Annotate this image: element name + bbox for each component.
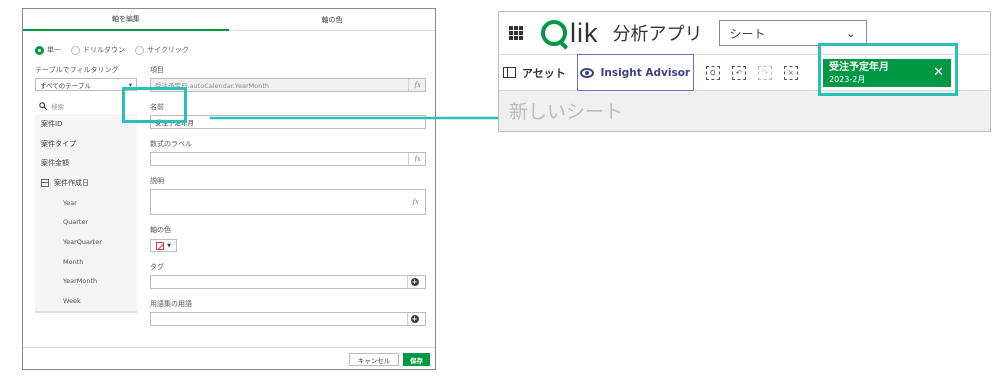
save-button[interactable]: 保存 (403, 353, 430, 366)
radio-dot-icon (35, 45, 44, 55)
qlik-app-header: lik 分析アプリ シート ⌄ アセット Insight Advisor Q ↶… (498, 11, 991, 132)
toolbar: アセット Insight Advisor Q ↶ ↷ × 受注予定年月 2023… (499, 54, 990, 91)
tags-field[interactable]: + (150, 275, 426, 289)
color-picker-button[interactable]: ▼ (150, 239, 177, 252)
tab-edit-dimension[interactable]: 軸を編集 (23, 9, 229, 31)
description-field[interactable]: fx (150, 189, 426, 215)
step-forward-icon[interactable]: ↷ (757, 65, 772, 80)
field-list-item-label: YearQuarter (63, 237, 102, 246)
table-filter-select[interactable]: すべてのテーブル ▾ (35, 78, 137, 91)
field-list-item[interactable]: 案件作成日 (35, 173, 137, 193)
table-filter-value: すべてのテーブル (40, 81, 91, 90)
field-list: 案件ID 案件タイプ 案件金額 案件作成日 Year Quarter YearQuarter… (35, 114, 137, 313)
app-title: 分析アプリ (612, 24, 703, 45)
field-list-item-label: Quarter (63, 218, 89, 227)
clear-selections-icon[interactable]: × (783, 65, 798, 80)
description-label: 説明 (150, 177, 164, 185)
radio-drilldown[interactable]: ドリルダウン (71, 45, 125, 55)
step-back-icon[interactable]: ↶ (731, 65, 746, 80)
dimension-type-radios: 単一 ドリルダウン サイクリック (35, 45, 189, 55)
radio-dot-icon (135, 45, 144, 55)
sheet-select[interactable]: シート ⌄ (718, 20, 867, 46)
field-search-input[interactable]: 検索 (35, 99, 137, 112)
field-list-item[interactable]: Quarter (35, 212, 137, 232)
add-glossary-button[interactable]: + (407, 313, 421, 325)
radio-cyclic[interactable]: サイクリック (135, 45, 189, 55)
field-list-item-label: Year (63, 198, 77, 207)
radio-single-label: 単一 (47, 46, 61, 54)
fx-icon[interactable]: fx (408, 79, 421, 91)
close-icon[interactable]: ✕ (933, 65, 944, 80)
expression-label-label: 数式のラベル (150, 140, 192, 148)
calendar-icon (41, 178, 49, 187)
dimension-properties: 項目 受注予定日.autoCalendar.YearMonth fx 名前 受注… (150, 65, 426, 336)
item-field[interactable]: 受注予定日.autoCalendar.YearMonth fx (150, 78, 426, 92)
dialog-footer: キャンセル 保存 (23, 347, 435, 369)
name-label: 名前 (150, 103, 164, 111)
expression-label-field[interactable]: fx (150, 152, 426, 166)
insight-advisor-label: Insight Advisor (600, 66, 691, 79)
search-placeholder: 検索 (51, 102, 64, 111)
selections-tool-icon[interactable]: Q (705, 65, 720, 80)
cancel-button[interactable]: キャンセル (349, 353, 399, 366)
field-list-item-label: 案件タイプ (41, 139, 76, 148)
field-list-item[interactable]: 案件タイプ (35, 134, 137, 154)
dialog-tabs: 軸を編集 軸の色 (23, 9, 435, 31)
radio-drilldown-label: ドリルダウン (83, 46, 125, 54)
insight-eye-icon (580, 67, 595, 78)
app-menu-grid-icon[interactable] (509, 26, 523, 40)
field-list-item-label: YearMonth (63, 277, 98, 286)
plus-icon: + (410, 315, 419, 323)
glossary-label: 用語集の用語 (150, 300, 192, 308)
search-icon (39, 101, 47, 110)
selection-chip[interactable]: 受注予定年月 2023-2月 ✕ (823, 59, 951, 87)
tags-label: タグ (150, 263, 164, 271)
no-color-swatch-icon (156, 241, 165, 250)
new-sheet-title: 新しいシート (509, 101, 624, 123)
tab-dimension-color[interactable]: 軸の色 (229, 9, 435, 31)
selection-chip-title: 受注予定年月 (829, 62, 889, 73)
fx-icon[interactable]: fx (408, 153, 421, 165)
field-list-item[interactable]: Month (35, 252, 137, 272)
field-list-item[interactable]: 案件ID (35, 114, 137, 134)
assets-label: アセット (522, 66, 566, 80)
edit-dimension-dialog: 軸を編集 軸の色 単一 ドリルダウン サイクリック テーブルでフィルタリング す… (22, 8, 436, 370)
sheet-select-value: シート (729, 26, 766, 41)
filter-label: テーブルでフィルタリング (35, 66, 119, 74)
radio-cyclic-label: サイクリック (147, 46, 189, 54)
panel-icon (503, 67, 516, 78)
field-list-item[interactable]: 案件金額 (35, 153, 137, 173)
name-value: 受注予定年月 (155, 119, 194, 127)
sheet-area: 新しいシート (499, 91, 990, 131)
radio-dot-icon (71, 45, 80, 55)
field-list-item[interactable]: YearMonth (35, 272, 137, 292)
name-field[interactable]: 受注予定年月 (150, 115, 426, 129)
radio-single[interactable]: 単一 (35, 45, 61, 55)
qlik-logo: lik (541, 18, 599, 49)
selection-chip-value: 2023-2月 (829, 75, 866, 84)
assets-button[interactable]: アセット (503, 65, 566, 81)
field-list-item[interactable]: YearQuarter (35, 232, 137, 252)
plus-icon: + (410, 278, 419, 286)
field-picker: テーブルでフィルタリング すべてのテーブル ▾ 検索 案件ID 案件タイプ案件金額… (35, 65, 137, 313)
glossary-field[interactable]: + (150, 312, 426, 326)
top-bar: lik 分析アプリ シート ⌄ (499, 12, 990, 54)
caret-down-icon: ▾ (128, 80, 132, 89)
field-list-item-label: 案件作成日 (54, 178, 89, 187)
item-label: 項目 (150, 66, 164, 74)
field-list-item-label: Month (63, 257, 84, 266)
item-value: 受注予定日.autoCalendar.YearMonth (155, 82, 270, 90)
caret-down-icon: ▼ (167, 242, 171, 249)
add-tag-button[interactable]: + (407, 276, 421, 288)
chevron-down-icon: ⌄ (846, 26, 856, 40)
field-list-item[interactable]: Week (35, 291, 137, 311)
insight-advisor-button[interactable]: Insight Advisor (576, 54, 694, 91)
field-list-item[interactable]: Year (35, 193, 137, 213)
dimension-color-label: 軸の色 (150, 226, 171, 234)
fx-icon[interactable]: fx (407, 190, 419, 214)
field-list-item-label: 案件金額 (41, 159, 69, 168)
field-list-item-label: 案件ID (41, 119, 63, 128)
selection-tools: Q ↶ ↷ × (705, 65, 798, 80)
field-list-item-label: Week (63, 297, 81, 306)
